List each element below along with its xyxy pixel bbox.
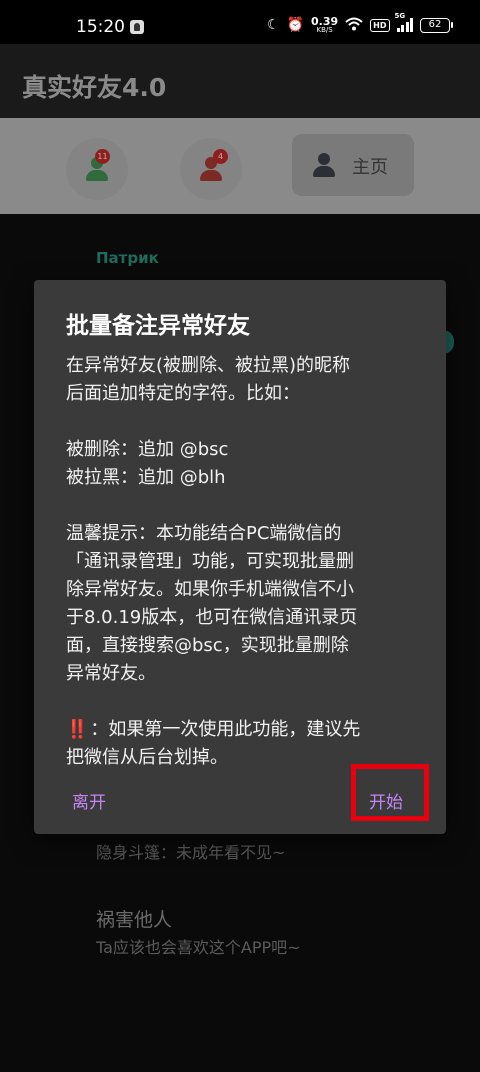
list-item-subtitle: 隐身斗篷：未成年看不见~ (96, 843, 286, 862)
alarm-icon: ⏰ (286, 17, 305, 33)
leave-button[interactable]: 离开 (72, 788, 106, 813)
status-bar: 15:20 ☾ ⏰ 0.39 KB/S HD 5G 62 (0, 0, 480, 44)
list-item-subtitle: Ta应该也会喜欢这个APP吧~ (96, 938, 301, 957)
tab1-badge: 11 (95, 149, 110, 164)
moon-icon: ☾ (267, 17, 280, 33)
start-button-highlight (351, 764, 429, 821)
section-label: Патрик (96, 249, 159, 267)
warning-icon: ‼️ (66, 719, 88, 740)
tab2-badge: 4 (213, 149, 228, 164)
status-time: 15:20 (76, 17, 125, 37)
list-item-title[interactable]: 祸害他人 (96, 905, 172, 932)
hd-icon: HD (370, 18, 390, 32)
wifi-icon (345, 17, 363, 34)
tab-blocked-friends[interactable]: 4 (180, 138, 242, 200)
notification-app-icon (130, 20, 144, 34)
batch-remark-dialog: 批量备注异常好友 在异常好友(被删除、被拉黑)的昵称 后面追加特定的字符。比如：… (34, 280, 446, 834)
tab-strip: 11 4 主页 (0, 118, 480, 214)
signal-icon: 5G (395, 12, 413, 32)
tab-home-label: 主页 (352, 157, 388, 178)
net-speed: 0.39 KB/S (311, 15, 339, 34)
dialog-message: 在异常好友(被删除、被拉黑)的昵称 后面追加特定的字符。比如： 被删除：追加 @… (66, 355, 361, 768)
tab-deleted-friends[interactable]: 11 (66, 138, 128, 200)
dialog-title: 批量备注异常好友 (66, 313, 250, 339)
status-icons: ☾ ⏰ 0.39 KB/S HD 5G 62 (267, 12, 453, 36)
battery-icon: 62 (420, 17, 453, 33)
tab-home[interactable]: 主页 (292, 134, 414, 196)
app-bar: 真实好友4.0 (0, 44, 480, 118)
user-icon (312, 153, 336, 177)
app-title: 真实好友4.0 (22, 73, 167, 102)
